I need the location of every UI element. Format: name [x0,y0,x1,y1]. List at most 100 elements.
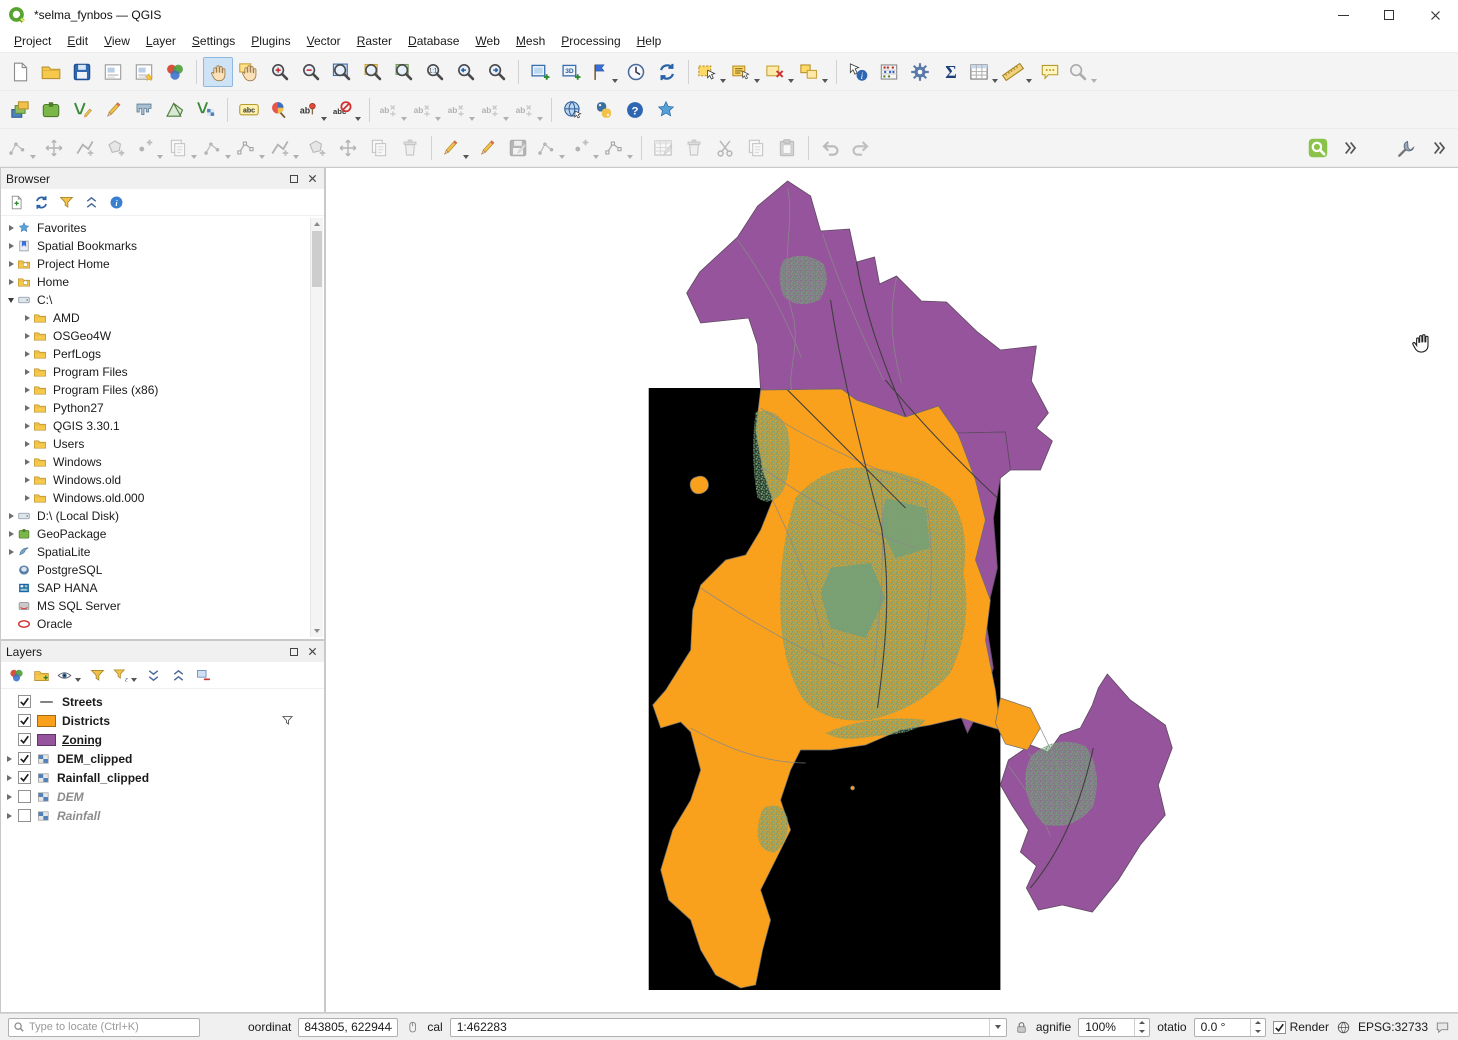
collapsed-arrow-icon[interactable] [5,549,17,555]
coordinate-box[interactable] [298,1018,398,1037]
browser-item-geopackage[interactable]: GeoPackage [1,525,308,543]
crs-indicator[interactable]: EPSG:32733 [1358,1020,1428,1034]
refresh-map-button[interactable] [652,57,682,87]
menu-edit[interactable]: Edit [59,31,96,51]
layer-visibility-checkbox[interactable] [18,714,31,727]
layer-visibility-checkbox[interactable] [18,733,31,746]
layer-labeling-options-button[interactable]: abc [234,95,264,125]
locator-button[interactable] [1303,133,1333,163]
open-attribute-table-button[interactable] [967,57,1000,87]
expand-all-button[interactable] [142,664,164,686]
menu-view[interactable]: View [96,31,138,51]
new-virtual-layer-button[interactable] [191,95,221,125]
show-layout-manager-button[interactable] [129,57,159,87]
layer-row-dem-clipped[interactable]: DEM_clipped [1,749,308,768]
collapsed-arrow-icon[interactable] [3,756,15,762]
zoom-next-button[interactable] [482,57,512,87]
show-statistics-button[interactable]: Σ [936,57,966,87]
browser-float-button[interactable] [287,172,300,185]
remove-layer-button[interactable] [192,664,214,686]
collapsed-arrow-icon[interactable] [3,775,15,781]
collapsed-arrow-icon[interactable] [21,495,33,501]
new-mesh-layer-button[interactable] [160,95,190,125]
measure-line-button[interactable] [1001,57,1034,87]
collapsed-arrow-icon[interactable] [5,513,17,519]
open-project-button[interactable] [36,57,66,87]
browser-item-oracle[interactable]: Oracle [1,615,308,633]
scale-dropdown-arrow[interactable] [989,1019,1006,1036]
collapsed-arrow-icon[interactable] [21,441,33,447]
render-toggle[interactable]: Render [1273,1020,1329,1034]
maximize-button[interactable] [1366,0,1412,30]
zoom-native-resolution-button[interactable]: 1:1 [420,57,450,87]
user-profile-button[interactable] [651,95,681,125]
collapsed-arrow-icon[interactable] [5,531,17,537]
select-by-location-button[interactable] [797,57,830,87]
new-shapefile-layer-button[interactable] [67,95,97,125]
style-manager-button[interactable] [160,57,190,87]
menu-plugins[interactable]: Plugins [243,31,298,51]
statistical-summary-button[interactable] [874,57,904,87]
zoom-to-selection-button[interactable] [358,57,388,87]
browser-item-c[interactable]: C:\ [1,291,308,309]
add-selected-layers-button[interactable] [5,191,27,213]
scale-combo[interactable]: 1:462283 [450,1018,1007,1037]
filter-browser-button[interactable] [55,191,77,213]
filter-legend-button[interactable] [86,664,108,686]
layer-visibility-checkbox[interactable] [18,752,31,765]
collapsed-arrow-icon[interactable] [21,333,33,339]
layer-filter-indicator-icon[interactable] [281,714,294,727]
collapsed-arrow-icon[interactable] [5,243,17,249]
menu-web[interactable]: Web [467,31,507,51]
layer-visibility-checkbox[interactable] [18,790,31,803]
layer-row-zoning[interactable]: Zoning [1,730,308,749]
collapsed-arrow-icon[interactable] [21,369,33,375]
rotation-spinbox[interactable]: 0.0 ° [1194,1018,1266,1037]
rotation-spin-buttons[interactable] [1250,1019,1265,1036]
new-3d-map-view-button[interactable]: 3D [556,57,586,87]
extents-toggle-icon[interactable] [405,1020,420,1035]
enable-properties-widget-button[interactable]: i [105,191,127,213]
open-layer-styling-button[interactable] [5,664,27,686]
layer-row-dem[interactable]: DEM [1,787,308,806]
collapse-all-button[interactable] [80,191,102,213]
map-canvas[interactable] [325,167,1458,1013]
layer-diagram-options-button[interactable] [265,95,295,125]
zoom-in-button[interactable] [265,57,295,87]
browser-item-windows-old[interactable]: Windows.old [1,471,308,489]
browser-item-windows-old-000[interactable]: Windows.old.000 [1,489,308,507]
pan-to-selection-button[interactable] [234,57,264,87]
add-group-button[interactable] [30,664,52,686]
toggle-editing-button[interactable] [472,133,502,163]
browser-item-spatialite[interactable]: SpatiaLite [1,543,308,561]
map-tips-button[interactable] [1035,57,1065,87]
browser-item-d-local-disk[interactable]: D:\ (Local Disk) [1,507,308,525]
manage-map-themes-button[interactable] [55,664,83,686]
show-spatial-bookmarks-button[interactable] [587,57,620,87]
browser-item-osgeo4w[interactable]: OSGeo4W [1,327,308,345]
metasearch-catalog-button[interactable] [558,95,588,125]
crs-globe-icon[interactable] [1336,1020,1351,1035]
collapse-all-button[interactable] [167,664,189,686]
locator-overflow-button[interactable] [1334,133,1364,163]
new-print-layout-button[interactable] [98,57,128,87]
vertex-editor-tools-button[interactable] [1392,133,1422,163]
identify-features-button[interactable]: i [843,57,873,87]
collapsed-arrow-icon[interactable] [21,477,33,483]
zoom-to-layer-button[interactable] [389,57,419,87]
temporal-controller-button[interactable] [621,57,651,87]
locator-search[interactable] [8,1018,200,1037]
pan-map-button[interactable] [203,57,233,87]
layer-row-streets[interactable]: Streets [1,692,308,711]
browser-item-program-files[interactable]: Program Files [1,363,308,381]
python-console-button[interactable] [589,95,619,125]
zoom-out-button[interactable] [296,57,326,87]
layer-visibility-checkbox[interactable] [18,771,31,784]
current-edits-button[interactable] [438,133,471,163]
browser-item-sap-hana[interactable]: SAP HANA [1,579,308,597]
browser-item-program-files-x86[interactable]: Program Files (x86) [1,381,308,399]
locator-input[interactable] [29,1021,195,1033]
new-project-button[interactable] [5,57,35,87]
zoom-last-button[interactable] [451,57,481,87]
menu-project[interactable]: Project [6,31,59,51]
